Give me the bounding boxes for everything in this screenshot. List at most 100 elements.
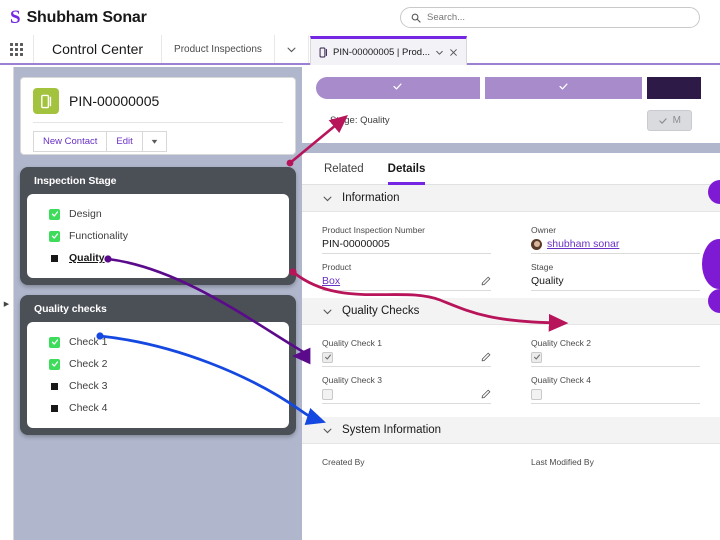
- bullet-square-icon: [51, 382, 58, 390]
- chevron-down-icon: [287, 47, 296, 52]
- tab-related[interactable]: Related: [324, 163, 364, 185]
- mark-stage-complete-label: M: [672, 115, 681, 126]
- list-item[interactable]: Functionality: [27, 225, 289, 247]
- check-icon: [658, 117, 667, 124]
- list-item-label: Check 1: [69, 336, 108, 348]
- quality-check-2-checkbox[interactable]: [531, 351, 542, 363]
- section-separator: [302, 143, 720, 153]
- quality-check-1-checkbox[interactable]: [322, 351, 333, 363]
- list-item[interactable]: Check 3: [27, 375, 289, 397]
- field-label: Quality Check 1: [322, 338, 382, 348]
- checkbox-checked-icon: [49, 230, 60, 242]
- record-highlights-panel: PIN-00000005 New Contact Edit: [20, 77, 296, 155]
- search-input[interactable]: [427, 12, 627, 23]
- workspace-tab-menu-button[interactable]: [435, 48, 444, 57]
- list-item[interactable]: Quality: [27, 247, 289, 269]
- sidebar-expand-rail[interactable]: ▶: [0, 67, 14, 540]
- workspace-tab-label: PIN-00000005 | Prod...: [333, 46, 430, 58]
- field-label: Product: [322, 262, 352, 272]
- list-item[interactable]: Check 2: [27, 353, 289, 375]
- nav-item-product-inspections[interactable]: Product Inspections: [162, 35, 275, 63]
- field-value-row: [531, 350, 700, 367]
- global-header: S Shubham Sonar: [0, 0, 720, 35]
- edit-pencil-icon[interactable]: [481, 352, 491, 362]
- search-box[interactable]: [400, 7, 700, 28]
- record-action-buttons: New Contact Edit: [33, 131, 283, 152]
- field-value-row: PIN-00000005: [322, 237, 491, 254]
- quality-checks-panel: Quality checks Check 1 Check 2 Check 3 C…: [20, 295, 296, 435]
- edit-pencil-icon[interactable]: [481, 389, 491, 399]
- quality-checks-section-title: Quality Checks: [342, 305, 420, 317]
- path-step-current-quality[interactable]: [647, 77, 701, 99]
- field-label: Quality Check 3: [322, 375, 382, 385]
- list-item-label: Functionality: [69, 230, 128, 242]
- nav-overflow-button[interactable]: [275, 35, 309, 63]
- list-item[interactable]: Check 4: [27, 397, 289, 419]
- workspace-tab-close-button[interactable]: [449, 48, 458, 57]
- app-name-label[interactable]: Control Center: [34, 35, 163, 63]
- checkbox-checked-icon: [49, 358, 60, 370]
- quality-checks-section-header[interactable]: Quality Checks: [302, 298, 720, 325]
- field-last-modified-by: Last Modified By: [511, 452, 720, 472]
- tab-details[interactable]: Details: [387, 163, 426, 185]
- path-step-completed-1[interactable]: [316, 77, 480, 99]
- page-title: PIN-00000005: [69, 93, 160, 109]
- salesforce-record-page: S Shubham Sonar Control Center Product I…: [0, 0, 720, 540]
- chevron-down-icon: [322, 306, 333, 317]
- field-quality-check-1: Quality Check 1: [302, 333, 511, 370]
- left-column: PIN-00000005 New Contact Edit Inspection…: [14, 67, 302, 540]
- edit-pencil-icon[interactable]: [481, 276, 491, 286]
- checkbox-checked-icon: [49, 208, 60, 220]
- more-actions-button[interactable]: [142, 131, 167, 152]
- avatar: [531, 238, 542, 250]
- field-created-by: Created By: [302, 452, 511, 472]
- field-product: Product Box: [302, 257, 511, 294]
- field-value: Quality: [531, 275, 564, 287]
- field-value[interactable]: shubham sonar: [547, 238, 619, 250]
- caret-down-icon: [151, 139, 158, 144]
- list-item-label: Design: [69, 208, 102, 220]
- information-section-header[interactable]: Information: [302, 185, 720, 212]
- edit-button[interactable]: Edit: [107, 131, 143, 152]
- sales-path: Stage: Quality M: [302, 67, 720, 143]
- chevron-right-icon: ▶: [3, 300, 10, 308]
- stage-label: Stage: Quality: [330, 115, 390, 126]
- brand-logo-icon: S: [10, 7, 21, 28]
- workspace-tab-strip: PIN-00000005 | Prod...: [310, 36, 467, 66]
- field-value-row: [322, 350, 491, 367]
- list-item[interactable]: Design: [27, 203, 289, 225]
- field-owner: Owner shubham sonar: [511, 220, 720, 257]
- checkbox-checked-icon: [49, 336, 60, 348]
- system-information-section-header[interactable]: System Information: [302, 417, 720, 444]
- workspace-tab-pin-00000005[interactable]: PIN-00000005 | Prod...: [310, 36, 467, 65]
- inspection-stage-panel: Inspection Stage Design Functionality Qu…: [20, 167, 296, 285]
- quality-check-4-checkbox[interactable]: [531, 388, 542, 400]
- field-label: Created By: [322, 457, 365, 467]
- information-section-title: Information: [342, 192, 400, 204]
- brand: S Shubham Sonar: [0, 8, 147, 27]
- record-detail-column: Stage: Quality M Related Details Informa: [302, 67, 720, 540]
- divider: [33, 122, 283, 123]
- field-value-row: Quality: [531, 274, 700, 291]
- path-step-completed-2[interactable]: [484, 77, 643, 99]
- system-information-fields: Created By Last Modified By: [302, 444, 720, 476]
- information-fields: Product Inspection Number PIN-00000005 O…: [302, 212, 720, 298]
- field-label: Last Modified By: [531, 457, 594, 467]
- owner-chip[interactable]: shubham sonar: [531, 238, 619, 250]
- mobile-record-icon: [319, 47, 327, 57]
- list-item[interactable]: Check 1: [27, 331, 289, 353]
- global-search[interactable]: [400, 7, 700, 28]
- app-launcher-button[interactable]: [0, 35, 34, 63]
- inspection-stage-list: Design Functionality Quality: [27, 194, 289, 278]
- quality-check-3-checkbox[interactable]: [322, 388, 333, 400]
- new-contact-button[interactable]: New Contact: [33, 131, 108, 152]
- mark-stage-complete-button[interactable]: M: [646, 110, 692, 131]
- list-item-label: Check 2: [69, 358, 108, 370]
- chevron-down-icon: [322, 425, 333, 436]
- system-information-section-title: System Information: [342, 424, 442, 436]
- check-icon: [392, 81, 403, 95]
- list-item-label: Check 3: [69, 380, 108, 392]
- field-value[interactable]: Box: [322, 275, 340, 287]
- list-item-label: Quality: [69, 252, 105, 264]
- field-product-inspection-number: Product Inspection Number PIN-00000005: [302, 220, 511, 257]
